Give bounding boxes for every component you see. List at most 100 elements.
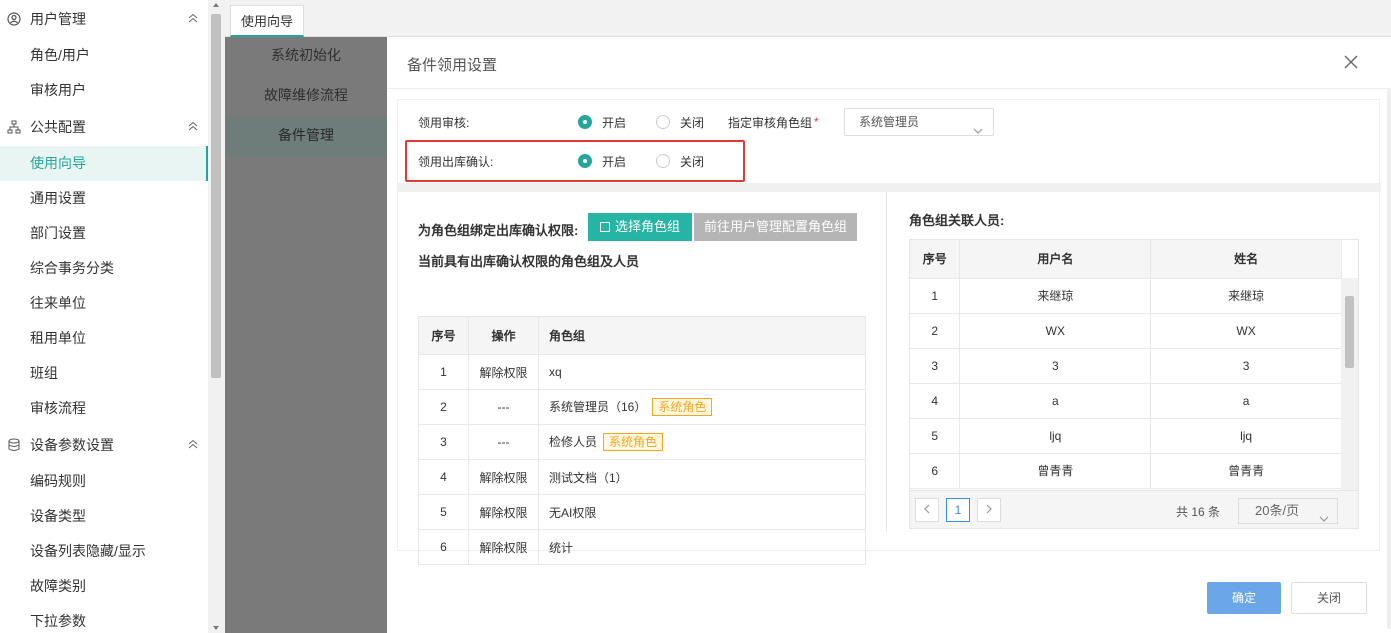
sidebar-item-dropdown-params[interactable]: 下拉参数 (0, 604, 208, 633)
current-permission-label: 当前具有出库确认权限的角色组及人员 (418, 254, 640, 269)
sidebar-group-device-params[interactable]: 设备参数设置 (0, 426, 208, 464)
sidebar-item-fault-category[interactable]: 故障类别 (0, 569, 208, 604)
sidebar: 用户管理 角色/用户 审核用户 公共配置 使用向导 通用设置 部门设置 综合事务… (0, 0, 208, 633)
table-scrollbar[interactable] (1341, 278, 1358, 492)
role-members-label: 角色组关联人员: (909, 213, 1005, 228)
table-row: 4aa (910, 383, 1342, 419)
scroll-down-arrow-icon[interactable] (213, 626, 219, 630)
sidebar-item-device-list-visibility[interactable]: 设备列表隐藏/显示 (0, 534, 208, 569)
section-divider (398, 183, 1381, 192)
table-row: 3 --- 检修人员 系统角色 (418, 424, 866, 460)
audit-on-radio[interactable] (578, 115, 592, 129)
goto-user-management-button[interactable]: 前往用户管理配置角色组 (694, 213, 858, 241)
audit-off-radio[interactable] (656, 115, 671, 129)
audit-on-label[interactable]: 开启 (602, 114, 626, 131)
revoke-permission-link[interactable]: 解除权限 (468, 354, 539, 390)
dialog-body: 领用审核: 开启 关闭 指定审核角色组 * 系统管理员 领用出库确认: 开启 关… (397, 99, 1381, 565)
guide-menu-system-init[interactable]: 系统初始化 (225, 37, 387, 77)
cell-role: 无AI权限 (549, 505, 597, 520)
audit-role-group-select[interactable]: 系统管理员 (844, 108, 994, 136)
table-row: 5 解除权限 无AI权限 (418, 494, 866, 530)
prev-page-button[interactable] (915, 498, 939, 522)
dialog-scrollbar[interactable] (1387, 89, 1391, 629)
page-number-button[interactable]: 1 (946, 498, 970, 522)
tab-usage-guide[interactable]: 使用向导 (230, 5, 305, 37)
cell-role: 测试文档（1） (549, 470, 628, 485)
table-row: 5 ljq ljq (910, 418, 1342, 454)
revoke-permission-link[interactable]: 解除权限 (468, 494, 539, 530)
guide-menu-fault-repair[interactable]: 故障维修流程 (225, 77, 387, 117)
confirm-button[interactable]: 确定 (1207, 582, 1281, 614)
cell-name: 3 (1150, 348, 1342, 384)
chevron-up-icon[interactable] (186, 119, 200, 133)
sidebar-group-public-config[interactable]: 公共配置 (0, 108, 208, 146)
outbound-off-radio[interactable] (656, 154, 671, 168)
audit-row: 领用审核: 开启 关闭 指定审核角色组 * (418, 112, 819, 132)
cell-no: 3 (418, 424, 469, 460)
scroll-up-arrow-icon[interactable] (213, 3, 219, 7)
sidebar-item-audit-users[interactable]: 审核用户 (0, 73, 208, 108)
cell-no: 3 (910, 348, 961, 384)
revoke-permission-link[interactable]: 解除权限 (468, 459, 539, 495)
cell-role: 统计 (549, 540, 574, 555)
chevron-up-icon[interactable] (186, 437, 200, 451)
sidebar-item-general-settings[interactable]: 通用设置 (0, 181, 208, 216)
cell-name: a (1150, 383, 1342, 419)
sidebar-item-device-types[interactable]: 设备类型 (0, 499, 208, 534)
org-chart-icon (6, 119, 22, 135)
system-role-badge: 系统角色 (603, 433, 664, 451)
system-role-badge: 系统角色 (652, 398, 713, 416)
outbound-on-label[interactable]: 开启 (602, 153, 626, 170)
cell-username: 来继琼 (959, 278, 1152, 314)
chevron-up-icon[interactable] (186, 11, 200, 25)
select-icon (600, 222, 610, 232)
scrollbar-thumb[interactable] (211, 14, 221, 378)
tab-bar: 使用向导 (225, 0, 1391, 37)
panel-divider (886, 192, 887, 532)
sidebar-group-user-management[interactable]: 用户管理 (0, 0, 208, 38)
close-button[interactable]: 关闭 (1291, 582, 1367, 614)
sidebar-item-affairs-category[interactable]: 综合事务分类 (0, 251, 208, 286)
column-header-name: 姓名 (1150, 240, 1342, 279)
audit-off-label[interactable]: 关闭 (680, 114, 704, 131)
outbound-off-label[interactable]: 关闭 (680, 153, 704, 170)
cell-role: 检修人员 (549, 435, 598, 449)
audit-label: 领用审核: (418, 115, 470, 130)
select-role-group-button[interactable]: 选择角色组 (588, 213, 693, 241)
cell-no: 6 (910, 453, 961, 489)
cell-username: ljq (959, 418, 1152, 454)
sidebar-item-partners[interactable]: 往来单位 (0, 286, 208, 321)
sidebar-item-department[interactable]: 部门设置 (0, 216, 208, 251)
sidebar-item-coding-rules[interactable]: 编码规则 (0, 464, 208, 499)
select-role-group-label: 选择角色组 (615, 219, 681, 234)
close-icon[interactable] (1343, 54, 1361, 72)
cell-no: 2 (910, 313, 961, 349)
sidebar-item-roles-users[interactable]: 角色/用户 (0, 38, 208, 73)
table-row: 2 WX WX (910, 313, 1342, 349)
cell-name: WX (1150, 313, 1342, 349)
table-row: 1 来继琼 来继琼 (910, 278, 1342, 314)
page-size-value: 20条/页 (1255, 503, 1300, 518)
sidebar-scrollbar[interactable] (208, 0, 225, 633)
column-header-username: 用户名 (959, 240, 1152, 279)
cell-role: xq (549, 365, 562, 379)
table-row: 6 曾青青 曾青青 (910, 453, 1342, 489)
revoke-permission-link[interactable]: 解除权限 (468, 529, 539, 565)
next-page-button[interactable] (977, 498, 1001, 522)
sidebar-item-teams[interactable]: 班组 (0, 356, 208, 391)
cell-op: --- (468, 389, 539, 425)
sidebar-item-audit-flow[interactable]: 审核流程 (0, 391, 208, 426)
cell-username: 曾青青 (959, 453, 1152, 489)
audit-role-group-value: 系统管理员 (859, 115, 920, 129)
user-circle-icon (6, 11, 22, 27)
sidebar-item-tenants[interactable]: 租用单位 (0, 321, 208, 356)
sidebar-item-usage-guide[interactable]: 使用向导 (0, 146, 208, 181)
outbound-on-radio[interactable] (578, 154, 592, 168)
guide-menu-spare-parts[interactable]: 备件管理 (225, 117, 387, 157)
sidebar-group-label: 用户管理 (30, 11, 86, 27)
cell-no: 2 (418, 389, 469, 425)
required-mark: * (814, 115, 819, 129)
page-size-select[interactable]: 20条/页 (1238, 498, 1338, 524)
scrollbar-thumb[interactable] (1345, 296, 1354, 368)
table-row: 1 解除权限 xq (418, 354, 866, 390)
